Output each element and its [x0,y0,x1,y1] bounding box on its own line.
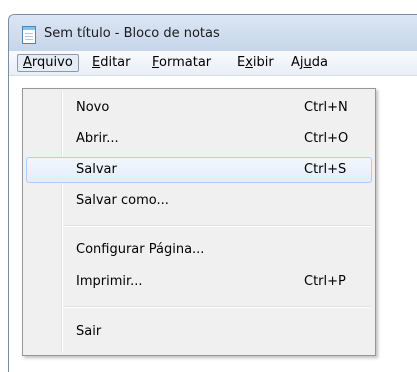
menu-formatar-mnemonic: F [152,55,160,70]
menu-editar[interactable]: Editar [87,54,136,72]
menu-arquivo[interactable]: Arquivo [17,54,79,72]
menu-item-configurar-pagina-label: Configurar Página... [76,242,205,257]
menu-item-salvar[interactable]: Salvar Ctrl+S [26,157,372,183]
menu-ajuda-mnemonic: u [303,55,312,70]
menu-item-sair[interactable]: Sair [26,319,372,345]
menu-separator [64,225,371,227]
window-title: Sem título - Bloco de notas [44,26,220,41]
menu-exibir-mnemonic: x [245,55,253,70]
title-bar[interactable]: Sem título - Bloco de notas [9,15,417,51]
menu-formatar-label: ormatar [159,55,212,70]
menu-item-sair-label: Sair [76,324,102,339]
menu-item-imprimir[interactable]: Imprimir... Ctrl+P [26,269,372,295]
menu-item-salvar-como[interactable]: Salvar como... [26,188,372,214]
menu-item-novo-label: Novo [76,100,110,115]
menu-formatar[interactable]: Formatar [147,54,216,72]
menu-bar: Arquivo Editar Formatar Exibir Ajuda [9,51,417,76]
menu-arquivo-label: rquivo [31,55,73,70]
menu-item-novo[interactable]: Novo Ctrl+N [26,95,372,121]
menu-exibir[interactable]: Exibir [232,54,279,72]
menu-exibir-label: ibir [252,55,274,70]
menu-item-imprimir-label: Imprimir... [76,274,143,289]
menu-item-abrir-shortcut: Ctrl+O [304,131,349,146]
menu-item-salvar-como-label: Salvar como... [76,193,169,208]
menu-editar-label: ditar [100,55,131,70]
menu-item-abrir[interactable]: Abrir... Ctrl+O [26,126,372,152]
menu-item-imprimir-shortcut: Ctrl+P [304,274,346,289]
menu-item-salvar-label: Salvar [76,162,117,177]
menu-exibir-prefix: E [237,55,246,70]
menu-item-novo-shortcut: Ctrl+N [304,100,348,115]
notepad-icon[interactable] [22,26,36,44]
menu-editar-mnemonic: E [92,55,101,70]
menu-item-configurar-pagina[interactable]: Configurar Página... [26,237,372,263]
menu-item-salvar-shortcut: Ctrl+S [304,162,347,177]
menu-arquivo-mnemonic: A [23,55,32,70]
menu-ajuda-prefix: Aj [291,55,304,70]
menu-item-abrir-label: Abrir... [76,131,119,146]
menu-ajuda-label: da [311,55,328,70]
menu-separator [64,306,371,308]
menu-ajuda[interactable]: Ajuda [286,54,333,72]
arquivo-dropdown-menu: Novo Ctrl+N Abrir... Ctrl+O Salvar Ctrl+… [22,88,376,356]
